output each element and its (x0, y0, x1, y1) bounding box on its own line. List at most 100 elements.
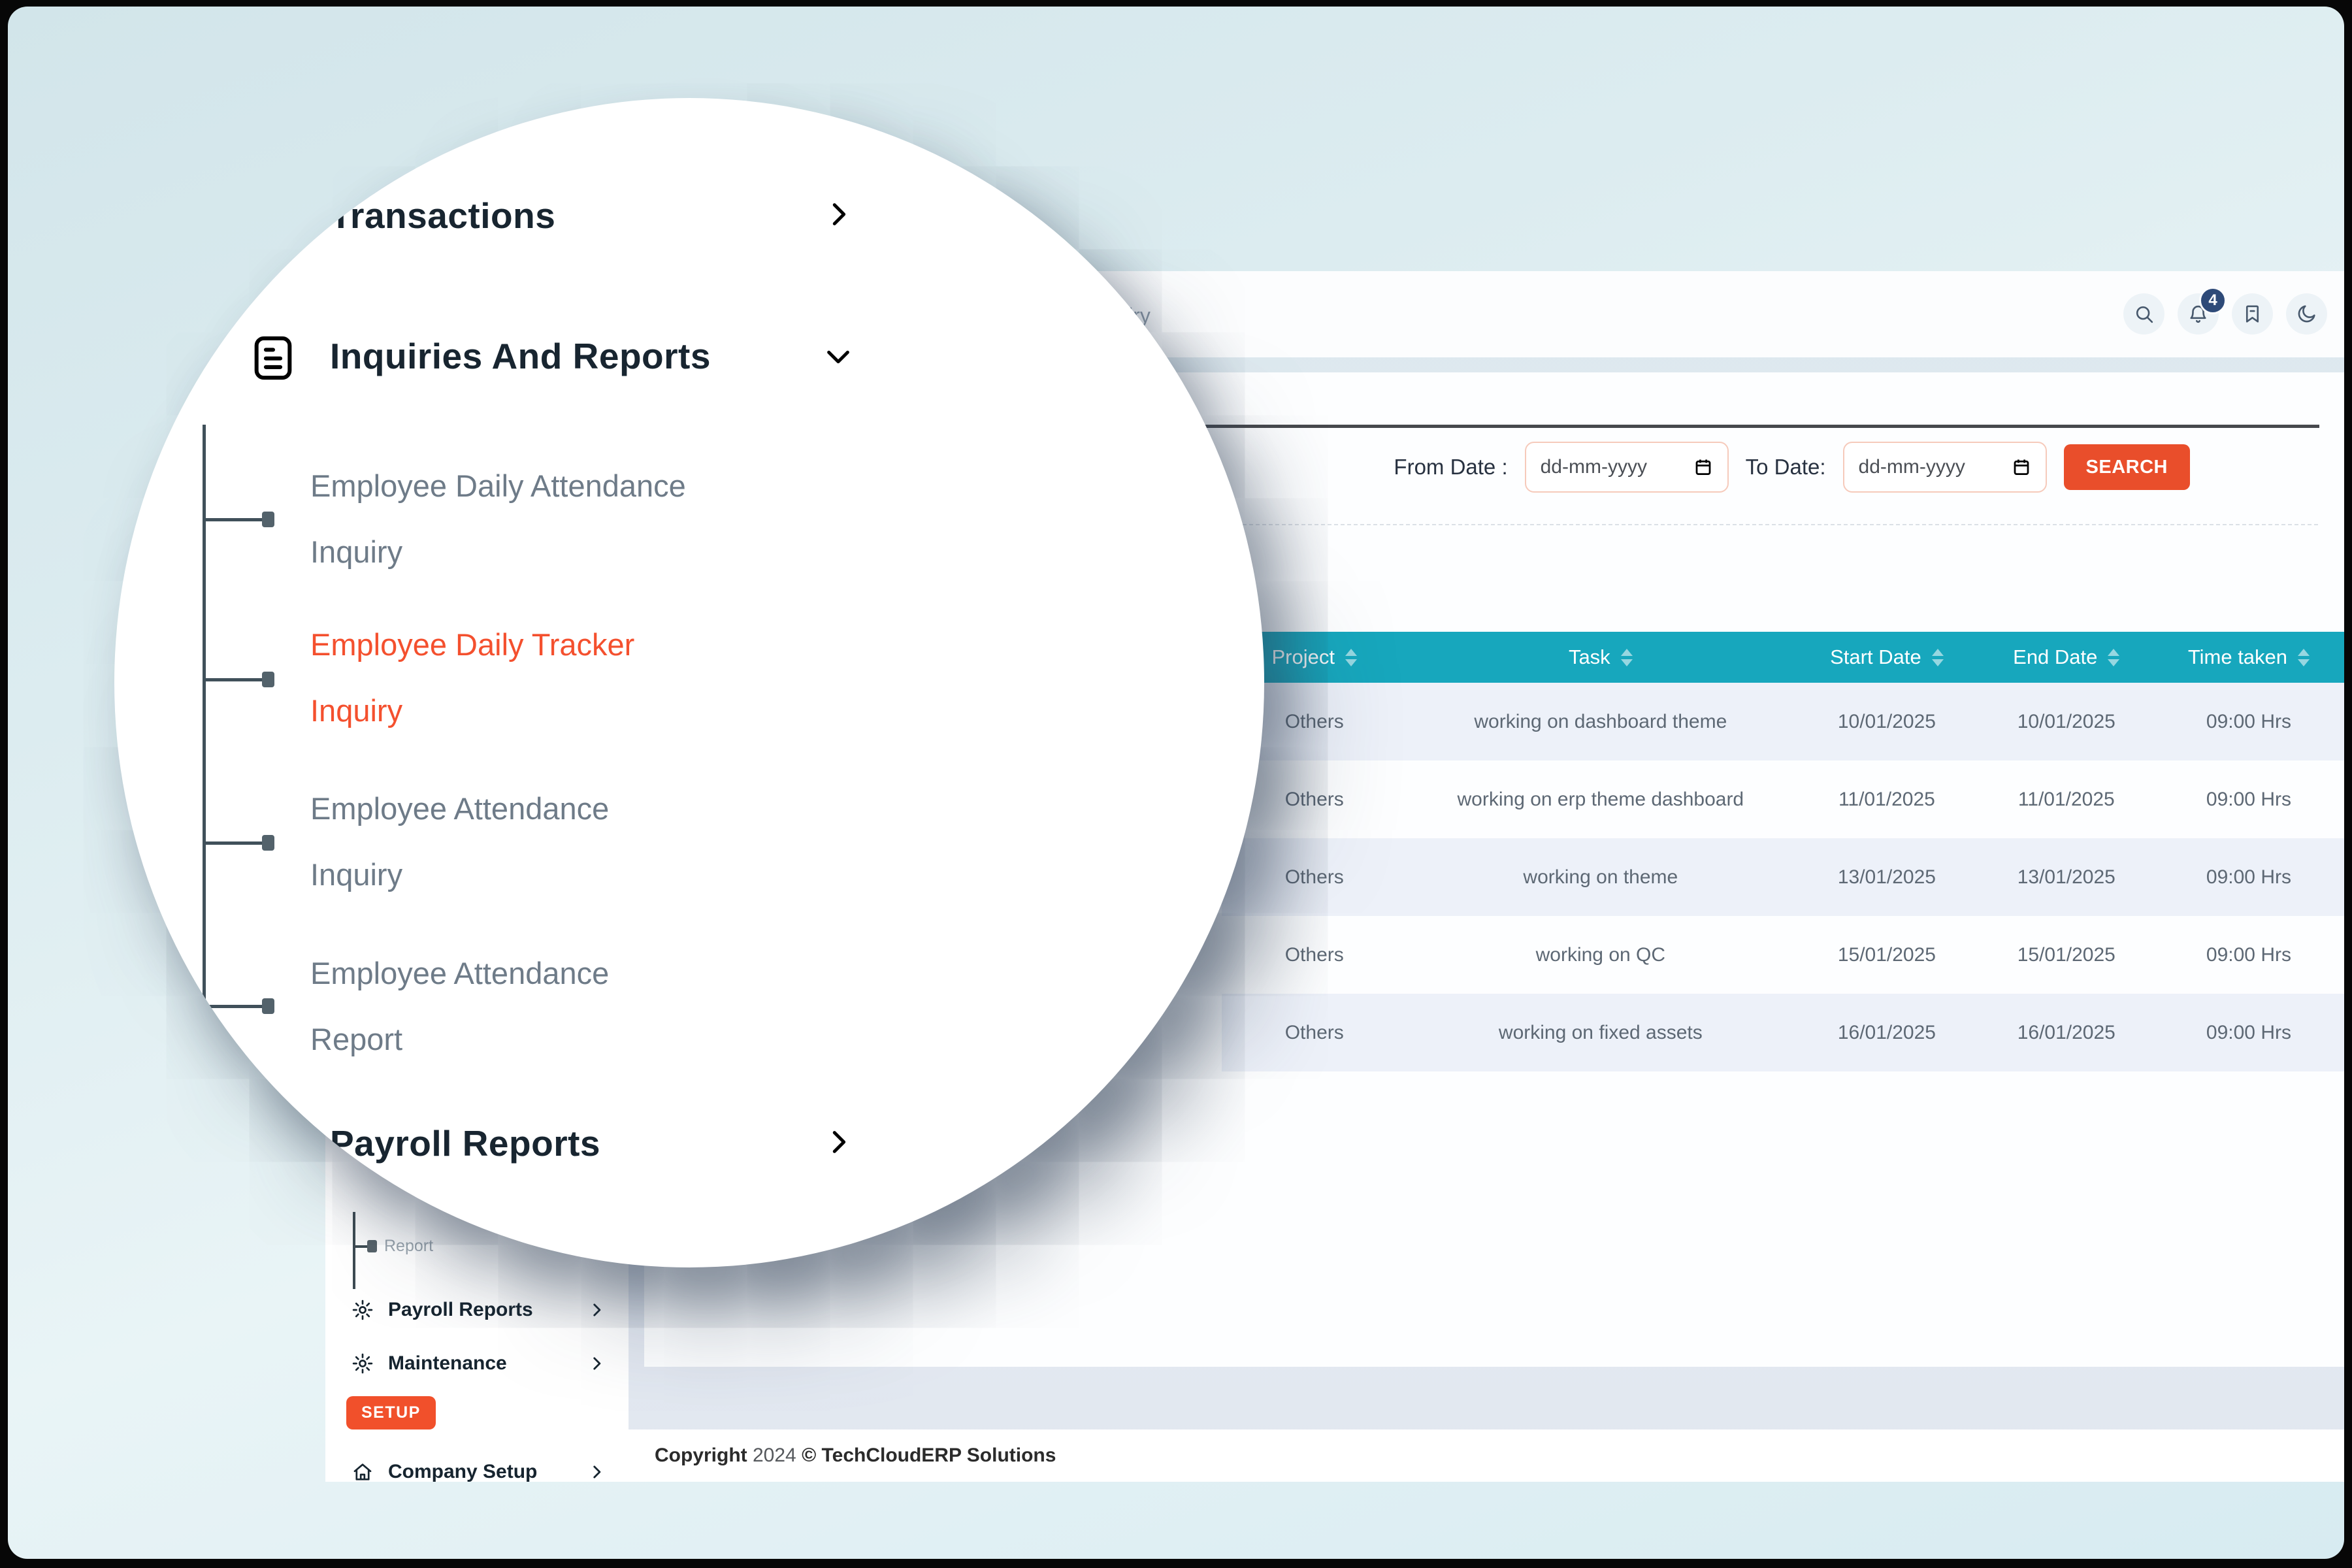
table-cell: 16/01/2025 (1980, 1022, 2153, 1044)
sort-arrows-icon[interactable] (2298, 649, 2310, 666)
chevron-right-icon (588, 1463, 605, 1480)
column-header-end-date[interactable]: End Date (1980, 632, 2153, 683)
topbar-icons: 4 (2123, 293, 2327, 335)
notifications-button[interactable]: 4 (2178, 293, 2219, 335)
magnified-tree-branch (203, 841, 268, 845)
item-line2: Inquiry (310, 519, 686, 585)
column-header-time-taken[interactable]: Time taken (2153, 632, 2344, 683)
from-date-label: From Date : (1394, 455, 1507, 480)
item-line1: Employee Attendance (310, 940, 609, 1006)
gear-icon (351, 1299, 374, 1321)
magnified-tree-dot (262, 835, 274, 851)
sort-arrows-icon[interactable] (1621, 649, 1633, 666)
column-header-task[interactable]: Task (1407, 632, 1794, 683)
magnified-item-employee-daily-tracker-inquiry[interactable]: Employee Daily Tracker Inquiry (310, 612, 634, 743)
from-date-placeholder: dd-mm-yyyy (1541, 456, 1647, 478)
sort-arrows-icon[interactable] (1345, 649, 1357, 666)
table-cell: 11/01/2025 (1794, 789, 1979, 811)
item-line2: Inquiry (310, 678, 634, 743)
magnified-tree-branch (203, 518, 268, 521)
copyright-company: © TechCloudERP Solutions (802, 1445, 1056, 1466)
table-row: Othersworking on erp theme dashboard11/0… (1222, 760, 2344, 838)
sidebar-item-label: Maintenance (388, 1352, 574, 1375)
table-row: Othersworking on theme13/01/202513/01/20… (1222, 838, 2344, 916)
calendar-icon[interactable] (1693, 457, 1713, 477)
table-cell: working on dashboard theme (1407, 711, 1794, 733)
to-date-placeholder: dd-mm-yyyy (1859, 456, 1965, 478)
table-cell: 09:00 Hrs (2153, 711, 2344, 733)
magnified-menu-inquiries-and-reports[interactable]: Inquiries And Reports (330, 335, 711, 377)
sidebar-item-label: Payroll Reports (388, 1299, 574, 1321)
table-cell: 13/01/2025 (1794, 866, 1979, 889)
bookmark-icon (2242, 303, 2263, 325)
magnified-item-employee-attendance-report[interactable]: Employee Attendance Report (310, 940, 609, 1072)
home-icon (351, 1461, 374, 1483)
magnifier-circle: Transactions Inquiries And Reports Emplo… (114, 98, 1264, 1267)
copyright-text: Copyright 2024 © TechCloudERP Solutions (655, 1445, 1056, 1467)
footer: Copyright 2024 © TechCloudERP Solutions (629, 1429, 2344, 1482)
calendar-icon[interactable] (2012, 457, 2031, 477)
magnified-menu-payroll-reports[interactable]: Payroll Reports (330, 1122, 600, 1164)
sidebar-item-maintenance[interactable]: Maintenance (351, 1343, 605, 1384)
item-line2: Report (310, 1006, 609, 1072)
sidebar-item-payroll-reports[interactable]: Payroll Reports (351, 1289, 605, 1331)
table-row: Othersworking on QC15/01/202515/01/20250… (1222, 916, 2344, 994)
table-cell: 10/01/2025 (1794, 711, 1979, 733)
magnified-tree-dot (262, 672, 274, 687)
table-cell: 09:00 Hrs (2153, 866, 2344, 889)
copyright-word: Copyright (655, 1445, 747, 1466)
table-cell: 09:00 Hrs (2153, 789, 2344, 811)
sort-arrows-icon[interactable] (2108, 649, 2119, 666)
item-line2: Inquiry (310, 841, 609, 907)
table-cell: 09:00 Hrs (2153, 944, 2344, 966)
sidebar-item-report-stub[interactable]: Report (384, 1237, 433, 1256)
column-header-label: End Date (2013, 645, 2097, 669)
column-header-label: Task (1569, 645, 1610, 669)
table-body: Others working on dashboard theme10/01/20… (1222, 683, 2344, 1071)
table-cell: Others (1222, 1022, 1407, 1044)
table-cell: Others (1222, 866, 1407, 889)
table-cell: working on erp theme dashboard (1407, 789, 1794, 811)
table-cell: 11/01/2025 (1980, 789, 2153, 811)
table-cell: working on theme (1407, 866, 1794, 889)
column-header-label: Project (1271, 645, 1334, 669)
magnified-item-employee-attendance-inquiry[interactable]: Employee Attendance Inquiry (310, 776, 609, 907)
chevron-right-icon[interactable] (823, 199, 853, 229)
notification-count-badge: 4 (2199, 287, 2227, 314)
table-cell: working on fixed assets (1407, 1022, 1794, 1044)
magnified-tree-dot (262, 512, 274, 527)
to-date-input[interactable]: dd-mm-yyyy (1843, 442, 2047, 493)
item-line1: Employee Daily Tracker (310, 612, 634, 678)
sidebar-tree-dot (367, 1240, 377, 1252)
search-button[interactable] (2123, 293, 2164, 335)
results-table: ProjectTaskStart DateEnd DateTime taken … (1222, 632, 2344, 1071)
magnified-tree-branch (203, 1005, 268, 1008)
dark-mode-toggle[interactable] (2286, 293, 2327, 335)
column-header-start-date[interactable]: Start Date (1794, 632, 1979, 683)
sidebar-item-company-setup[interactable]: Company Setup (351, 1451, 605, 1493)
chevron-down-icon[interactable] (823, 341, 853, 371)
magnified-tree-dot (262, 998, 274, 1014)
magnified-item-employee-daily-attendance-inquiry[interactable]: Employee Daily Attendance Inquiry (310, 453, 686, 585)
item-line1: Employee Daily Attendance (310, 453, 686, 519)
copyright-year: 2024 (753, 1445, 796, 1466)
item-line1: Employee Attendance (310, 776, 609, 841)
table-header-row: Project Task Start Date End Date Time taken (1222, 632, 2344, 683)
table-row: Othersworking on fixed assets16/01/20251… (1222, 994, 2344, 1071)
table-cell: 16/01/2025 (1794, 1022, 1979, 1044)
bookmarks-button[interactable] (2232, 293, 2273, 335)
magnified-menu-transactions[interactable]: Transactions (330, 195, 555, 237)
from-date-input[interactable]: dd-mm-yyyy (1525, 442, 1729, 493)
column-header-label: Start Date (1830, 645, 1921, 669)
page-canvas: Report Payroll Reports Maintenance SETUP… (8, 7, 2344, 1559)
chevron-right-icon (588, 1355, 605, 1372)
sort-arrows-icon[interactable] (1932, 649, 1944, 666)
setup-section-badge: SETUP (346, 1396, 436, 1429)
search-button-filters[interactable]: SEARCH (2064, 444, 2190, 490)
table-cell: 13/01/2025 (1980, 866, 2153, 889)
magnified-tree-branch (203, 678, 268, 681)
search-icon (2133, 303, 2155, 325)
table-cell: 15/01/2025 (1794, 944, 1979, 966)
chevron-right-icon[interactable] (823, 1127, 853, 1157)
table-cell: working on QC (1407, 944, 1794, 966)
